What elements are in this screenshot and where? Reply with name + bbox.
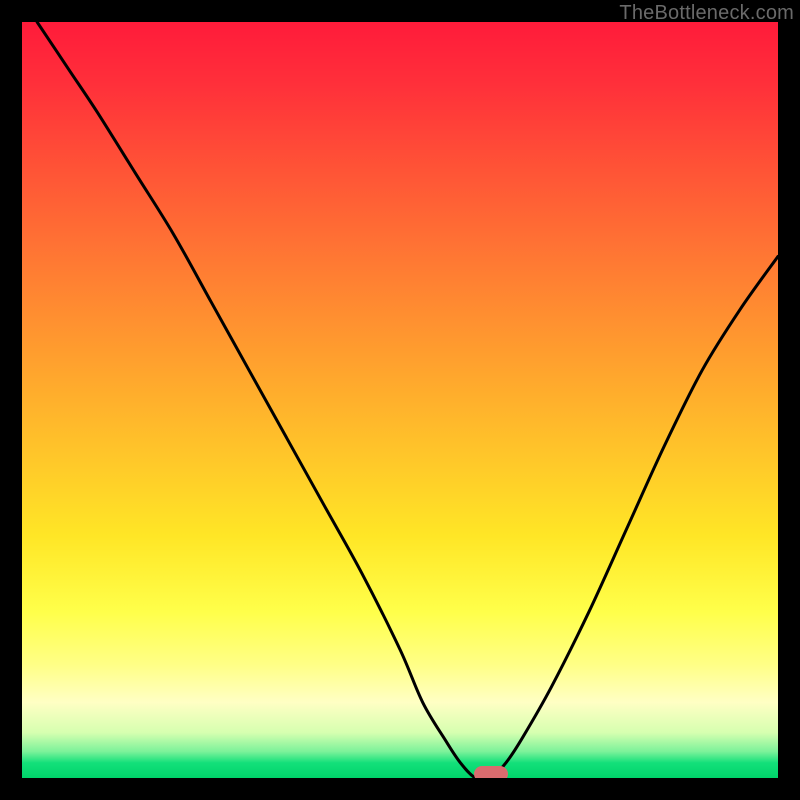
watermark-text: TheBottleneck.com [619, 2, 794, 25]
chart-frame: TheBottleneck.com [0, 0, 800, 800]
optimal-point-marker [474, 766, 508, 778]
plot-area [22, 22, 778, 778]
bottleneck-curve [22, 22, 778, 778]
